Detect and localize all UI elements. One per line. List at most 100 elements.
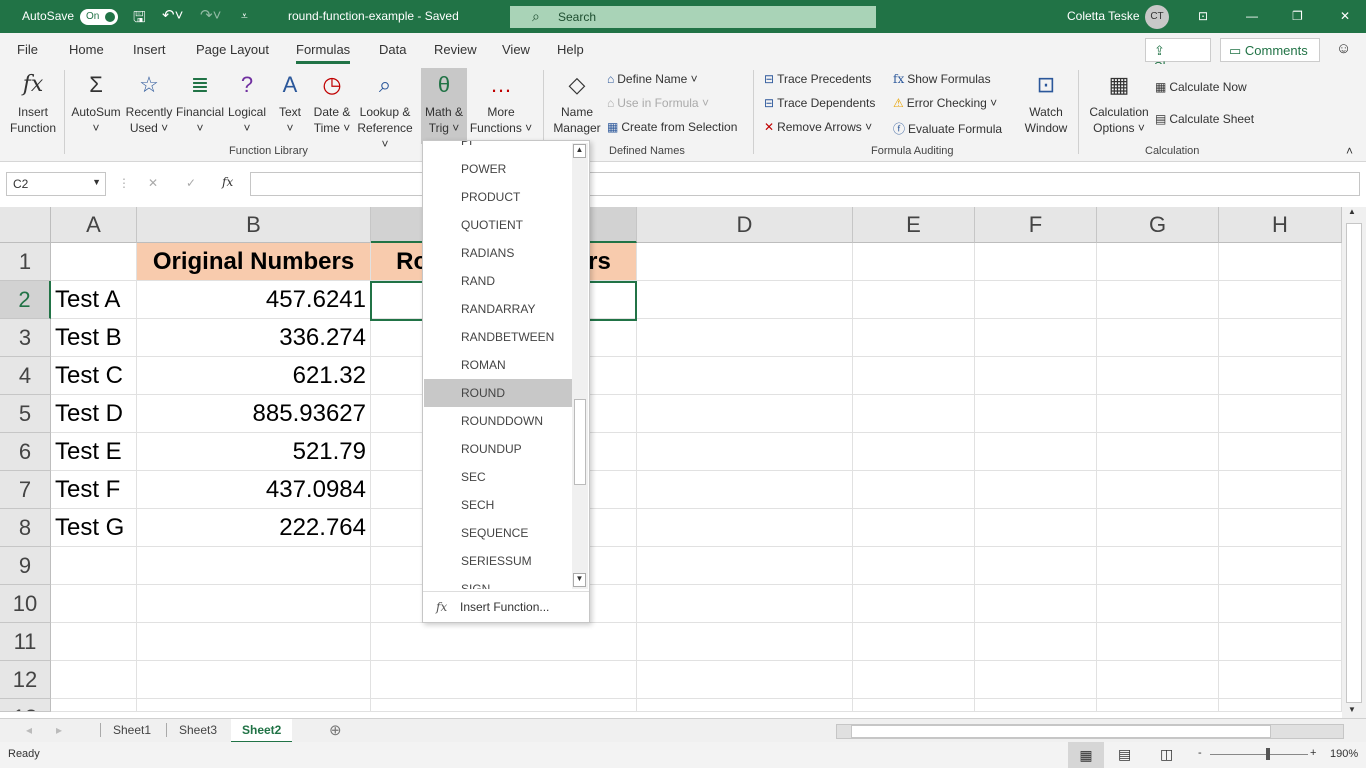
dropdown-item-pi[interactable]: PI xyxy=(424,141,572,155)
zoom-out-icon[interactable]: - xyxy=(1198,747,1202,759)
cell-F1[interactable] xyxy=(975,243,1097,281)
formula-input[interactable] xyxy=(250,172,1360,196)
row-header-3[interactable]: 3 xyxy=(0,319,51,357)
cell-H9[interactable] xyxy=(1219,547,1342,585)
enter-icon[interactable]: ✓ xyxy=(186,176,196,190)
avatar[interactable]: CT xyxy=(1145,5,1169,29)
cell-H2[interactable] xyxy=(1219,281,1342,319)
column-header-d[interactable]: D xyxy=(637,207,853,243)
zoom-slider[interactable] xyxy=(1210,754,1308,755)
dropdown-item-randbetween[interactable]: RANDBETWEEN xyxy=(424,323,572,351)
cell-D6[interactable] xyxy=(637,433,853,471)
cell-G11[interactable] xyxy=(1097,623,1219,661)
cell-A4[interactable]: Test C xyxy=(51,357,137,395)
evaluate-formula-button[interactable]: ⓕ Evaluate Formula xyxy=(893,120,1002,137)
cell-B7[interactable]: 437.0984 xyxy=(137,471,371,509)
next-sheet-icon[interactable]: ▸ xyxy=(56,723,62,737)
cell-G10[interactable] xyxy=(1097,585,1219,623)
share-button[interactable]: ⇪ Share xyxy=(1145,38,1211,74)
cell-D1[interactable] xyxy=(637,243,853,281)
cell-D12[interactable] xyxy=(637,661,853,699)
row-header-1[interactable]: 1 xyxy=(0,243,51,281)
cell-A10[interactable] xyxy=(51,585,137,623)
cell-A6[interactable]: Test E xyxy=(51,433,137,471)
cell-G5[interactable] xyxy=(1097,395,1219,433)
cell-G6[interactable] xyxy=(1097,433,1219,471)
tab-file[interactable]: File xyxy=(17,42,38,57)
cell-E11[interactable] xyxy=(853,623,975,661)
cell-F12[interactable] xyxy=(975,661,1097,699)
scroll-thumb[interactable] xyxy=(574,399,586,485)
dropdown-item-product[interactable]: PRODUCT xyxy=(424,183,572,211)
cell-D9[interactable] xyxy=(637,547,853,585)
select-all-button[interactable] xyxy=(0,207,51,243)
dropdown-item-radians[interactable]: RADIANS xyxy=(424,239,572,267)
vertical-scrollbar[interactable]: ▲ ▼ xyxy=(1342,207,1366,718)
tab-page-layout[interactable]: Page Layout xyxy=(196,42,269,57)
cell-H10[interactable] xyxy=(1219,585,1342,623)
cell-E8[interactable] xyxy=(853,509,975,547)
cell-F13[interactable] xyxy=(975,699,1097,712)
dropdown-item-rand[interactable]: RAND xyxy=(424,267,572,295)
restore-icon[interactable]: ❐ xyxy=(1292,9,1303,23)
name-manager-button[interactable]: ◇ Name Manager xyxy=(551,68,603,136)
cell-H12[interactable] xyxy=(1219,661,1342,699)
row-header-8[interactable]: 8 xyxy=(0,509,51,547)
cell-E5[interactable] xyxy=(853,395,975,433)
cell-F5[interactable] xyxy=(975,395,1097,433)
cell-A13[interactable] xyxy=(51,699,137,712)
insert-function-button[interactable]: fx Insert Function xyxy=(6,68,60,136)
row-header-2[interactable]: 2 xyxy=(0,281,51,319)
dropdown-item-sign[interactable]: SIGN xyxy=(424,575,572,589)
cell-C13[interactable] xyxy=(371,699,637,712)
show-formulas-button[interactable]: fx Show Formulas xyxy=(893,72,991,86)
cell-D10[interactable] xyxy=(637,585,853,623)
cancel-icon[interactable]: ✕ xyxy=(148,176,158,190)
column-header-g[interactable]: G xyxy=(1097,207,1219,243)
row-header-7[interactable]: 7 xyxy=(0,471,51,509)
date-time-button[interactable]: ◷ Date & Time ˅ xyxy=(310,68,354,136)
zoom-level[interactable]: 190% xyxy=(1330,748,1358,760)
collapse-ribbon-icon[interactable]: ˄ xyxy=(1346,144,1353,158)
cell-B1[interactable]: Original Numbers xyxy=(137,243,371,281)
cell-D11[interactable] xyxy=(637,623,853,661)
tab-review[interactable]: Review xyxy=(434,42,477,57)
dropdown-item-roundup[interactable]: ROUNDUP xyxy=(424,435,572,463)
cell-H13[interactable] xyxy=(1219,699,1342,712)
redo-icon[interactable]: ↷˅ xyxy=(200,6,221,24)
cell-H7[interactable] xyxy=(1219,471,1342,509)
tab-help[interactable]: Help xyxy=(557,42,584,57)
search-box[interactable]: ⌕ Search xyxy=(510,6,876,28)
cell-D7[interactable] xyxy=(637,471,853,509)
cell-E1[interactable] xyxy=(853,243,975,281)
dropdown-item-power[interactable]: POWER xyxy=(424,155,572,183)
cell-H5[interactable] xyxy=(1219,395,1342,433)
name-box[interactable]: C2 ▼ xyxy=(6,172,106,196)
cell-E7[interactable] xyxy=(853,471,975,509)
trace-precedents-button[interactable]: ⊟ Trace Precedents xyxy=(764,72,871,86)
cell-H6[interactable] xyxy=(1219,433,1342,471)
tab-insert[interactable]: Insert xyxy=(133,42,166,57)
cell-C11[interactable] xyxy=(371,623,637,661)
insert-function-icon[interactable]: fx xyxy=(222,175,233,189)
cell-E10[interactable] xyxy=(853,585,975,623)
row-header-13[interactable]: 13 xyxy=(0,699,51,712)
cell-F8[interactable] xyxy=(975,509,1097,547)
tab-formulas[interactable]: Formulas xyxy=(296,42,351,64)
feedback-smiley-icon[interactable]: ☺ xyxy=(1336,40,1351,57)
dropdown-item-seriessum[interactable]: SERIESSUM xyxy=(424,547,572,575)
ribbon-display-icon[interactable]: ⊡ xyxy=(1198,9,1208,23)
dropdown-item-sech[interactable]: SECH xyxy=(424,491,572,519)
cell-E6[interactable] xyxy=(853,433,975,471)
prev-sheet-icon[interactable]: ◂ xyxy=(26,723,32,737)
comments-button[interactable]: ▭ Comments xyxy=(1220,38,1320,62)
dropdown-item-sequence[interactable]: SEQUENCE xyxy=(424,519,572,547)
cell-F2[interactable] xyxy=(975,281,1097,319)
cell-G9[interactable] xyxy=(1097,547,1219,585)
watch-window-button[interactable]: ⊡ Watch Window xyxy=(1022,68,1070,136)
autosum-button[interactable]: Σ AutoSum ˅ xyxy=(69,68,123,136)
minimize-icon[interactable]: — xyxy=(1246,9,1258,23)
financial-button[interactable]: ≣ Financial ˅ xyxy=(175,68,225,136)
row-header-12[interactable]: 12 xyxy=(0,661,51,699)
cell-F11[interactable] xyxy=(975,623,1097,661)
